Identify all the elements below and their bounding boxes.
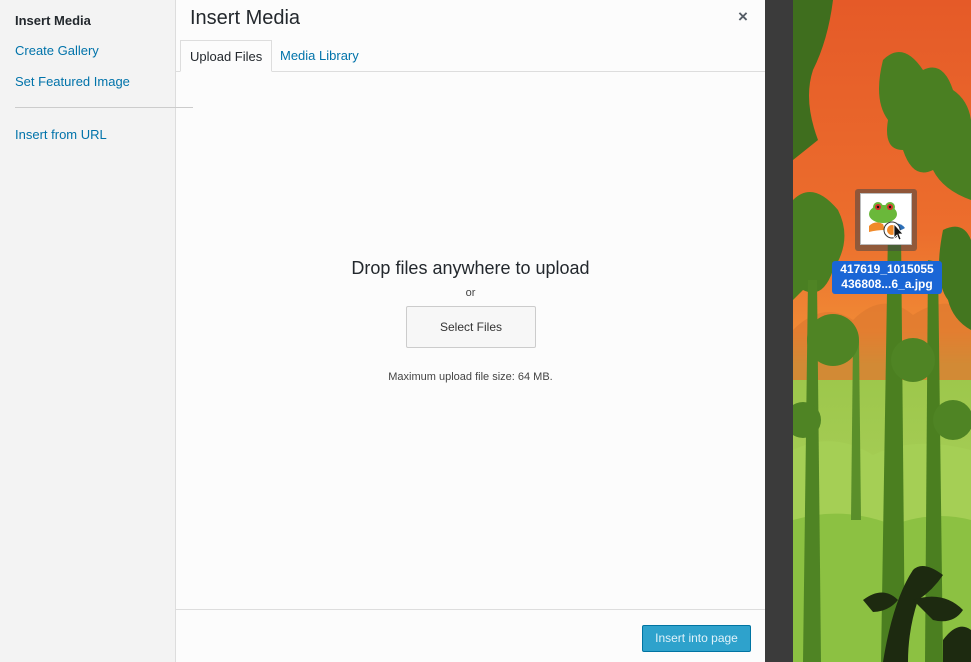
image-file-icon[interactable]: [855, 189, 917, 251]
file-name-line-2: 436808...6_a.jpg: [841, 277, 933, 291]
media-router-tabs: Upload Files Media Library: [176, 40, 765, 72]
select-files-button[interactable]: Select Files: [406, 306, 536, 348]
menu-item-insert-media[interactable]: Insert Media: [15, 13, 91, 28]
media-toolbar: Insert into page: [176, 609, 765, 662]
tab-upload-files[interactable]: Upload Files: [180, 40, 273, 72]
menu-item-insert-from-url[interactable]: Insert from URL: [15, 127, 107, 142]
jungle-wallpaper-image: [793, 0, 971, 662]
tab-media-library[interactable]: Media Library: [271, 40, 368, 72]
window-edge: [765, 0, 793, 662]
file-name-line-1: 417619_1015055: [840, 262, 934, 276]
drag-copy-cursor-icon: [883, 221, 904, 241]
drop-instructions: Drop files anywhere to upload: [351, 258, 590, 278]
menu-item-set-featured-image[interactable]: Set Featured Image: [15, 74, 130, 89]
media-modal: Insert Media Create Gallery Set Featured…: [0, 0, 765, 662]
max-upload-size: Maximum upload file size: 64 MB.: [388, 371, 553, 383]
dragged-file-name: 417619_1015055 436808...6_a.jpg: [832, 261, 942, 294]
menu-item-create-gallery[interactable]: Create Gallery: [15, 43, 99, 58]
frame-title: Insert Media: [190, 7, 301, 29]
media-menu: Insert Media Create Gallery Set Featured…: [0, 0, 193, 662]
menu-separator: [15, 107, 193, 108]
or-separator: or: [465, 287, 476, 299]
close-icon[interactable]: ×: [734, 8, 752, 26]
insert-into-page-button[interactable]: Insert into page: [642, 625, 751, 652]
upload-dropzone[interactable]: Drop files anywhere to upload or Select …: [176, 72, 765, 609]
desktop-wallpaper: [793, 0, 971, 662]
